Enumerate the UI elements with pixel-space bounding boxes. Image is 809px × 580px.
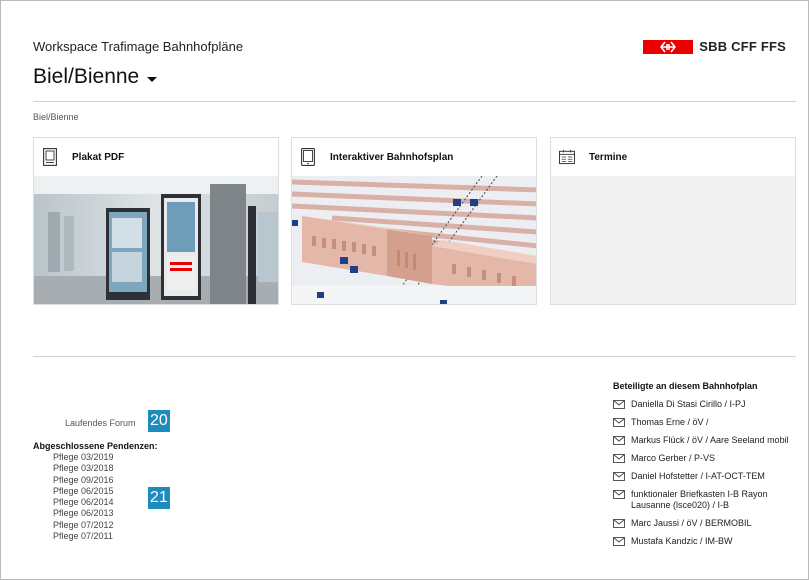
card-empty-body: [551, 176, 795, 304]
participant-item[interactable]: Mustafa Kandzic / IM-BW: [613, 536, 803, 547]
participant-name: Marco Gerber / P-VS: [631, 453, 716, 463]
card-header: Plakat PDF: [34, 138, 278, 176]
participant-name: Daniella Di Stasi Cirillo / I-PJ: [631, 399, 746, 409]
participant-item[interactable]: Markus Flück / öV / Aare Seeland mobil: [613, 435, 803, 446]
station-3d-map-preview: [292, 176, 536, 304]
envelope-icon: [613, 472, 625, 481]
card-header: Termine: [551, 138, 795, 176]
calendar-icon: [559, 147, 575, 167]
divider: [33, 356, 796, 357]
card-interaktiver-bahnhofsplan[interactable]: Interaktiver Bahnhofsplan: [291, 137, 537, 305]
sbb-logo: SBB CFF FFS: [643, 39, 786, 54]
envelope-icon: [613, 519, 625, 528]
participant-item[interactable]: Thomas Erne / öV /: [613, 417, 803, 428]
station-name: Biel/Bienne: [33, 65, 140, 88]
card-label: Interaktiver Bahnhofsplan: [330, 151, 454, 163]
card-header: Interaktiver Bahnhofsplan: [292, 138, 536, 176]
participant-name: Marc Jaussi / öV / BERMOBIL: [631, 518, 752, 528]
participant-item[interactable]: funktionaler Briefkasten I-B Rayon Lausa…: [613, 489, 803, 511]
envelope-icon: [613, 418, 625, 427]
participants-title: Beteiligte an diesem Bahnhofplan: [613, 381, 758, 391]
card-label: Plakat PDF: [72, 151, 125, 163]
card-plakat-pdf[interactable]: Plakat PDF: [33, 137, 279, 305]
participants-list: Daniella Di Stasi Cirillo / I-PJ Thomas …: [613, 399, 803, 554]
closed-task-item[interactable]: Pflege 06/2015: [53, 486, 114, 497]
envelope-icon: [613, 454, 625, 463]
annotation-badge: 21: [148, 487, 170, 509]
page-frame: Workspace Trafimage Bahnhofpläne Biel/Bi…: [0, 0, 809, 580]
card-label: Termine: [589, 151, 628, 163]
caret-down-icon: [147, 77, 158, 82]
logo-text: SBB CFF FFS: [699, 39, 786, 54]
divider: [33, 101, 796, 102]
station-poster-photo: [34, 176, 278, 304]
annotation-badge: 20: [148, 410, 170, 432]
envelope-icon: [613, 400, 625, 409]
tablet-icon: [300, 147, 316, 167]
closed-task-item[interactable]: Pflege 03/2018: [53, 463, 114, 474]
participant-name: Mustafa Kandzic / IM-BW: [631, 536, 733, 546]
closed-tasks-list: Pflege 03/2019 Pflege 03/2018 Pflege 09/…: [53, 452, 114, 542]
card-termine[interactable]: Termine: [550, 137, 796, 305]
envelope-icon: [613, 436, 625, 445]
closed-task-item[interactable]: Pflege 09/2016: [53, 475, 114, 486]
participant-item[interactable]: Marco Gerber / P-VS: [613, 453, 803, 464]
closed-task-item[interactable]: Pflege 07/2012: [53, 520, 114, 531]
participant-item[interactable]: Marc Jaussi / öV / BERMOBIL: [613, 518, 803, 529]
envelope-icon: [613, 537, 625, 546]
closed-tasks-title: Abgeschlossene Pendenzen:: [33, 441, 158, 451]
closed-task-item[interactable]: Pflege 03/2019: [53, 452, 114, 463]
poster-icon: [42, 147, 58, 167]
participant-name: Daniel Hofstetter / I-AT-OCT-TEM: [631, 471, 765, 481]
envelope-icon: [613, 490, 625, 499]
closed-task-item[interactable]: Pflege 06/2014: [53, 497, 114, 508]
sbb-flag-icon: [643, 39, 694, 54]
workspace-title: Workspace Trafimage Bahnhofpläne: [33, 39, 244, 54]
participant-name: funktionaler Briefkasten I-B Rayon Lausa…: [631, 489, 768, 510]
participant-item[interactable]: Daniella Di Stasi Cirillo / I-PJ: [613, 399, 803, 410]
participant-name: Markus Flück / öV / Aare Seeland mobil: [631, 435, 789, 445]
closed-task-item[interactable]: Pflege 07/2011: [53, 531, 114, 542]
running-forum-link[interactable]: Laufendes Forum: [65, 418, 136, 428]
breadcrumb[interactable]: Biel/Bienne: [33, 112, 79, 122]
station-dropdown[interactable]: Biel/Bienne: [33, 65, 158, 89]
participant-item[interactable]: Daniel Hofstetter / I-AT-OCT-TEM: [613, 471, 803, 482]
participant-name: Thomas Erne / öV /: [631, 417, 709, 427]
closed-task-item[interactable]: Pflege 06/2013: [53, 508, 114, 519]
